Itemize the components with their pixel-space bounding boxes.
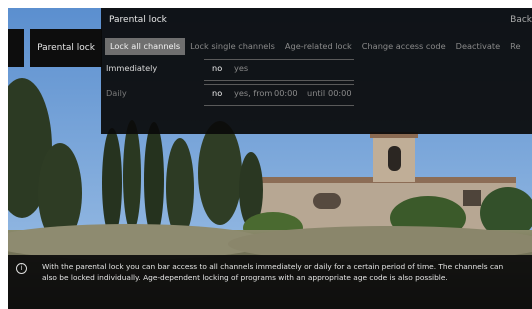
- divider: [204, 84, 354, 85]
- tv-screen: Parental lock Parental lock Back Lock al…: [8, 8, 532, 309]
- daily-yes-from-option[interactable]: yes, from: [234, 88, 272, 98]
- tab-overflow[interactable]: Re: [505, 38, 525, 55]
- tab-bar: Lock all channels Lock single channels A…: [105, 38, 526, 55]
- menu-tab-parental-lock[interactable]: Parental lock: [30, 29, 102, 67]
- daily-from-time[interactable]: 00:00: [274, 88, 298, 98]
- tab-change-access-code[interactable]: Change access code: [357, 38, 451, 55]
- back-button[interactable]: Back: [510, 15, 532, 25]
- immediately-no-option[interactable]: no: [212, 63, 222, 73]
- daily-until-time[interactable]: 00:00: [328, 88, 352, 98]
- tab-deactivate[interactable]: Deactivate: [451, 38, 505, 55]
- daily-until-label: until: [307, 88, 326, 98]
- divider: [204, 105, 354, 106]
- info-text: With the parental lock you can bar acces…: [42, 262, 504, 283]
- divider: [204, 80, 354, 81]
- immediately-yes-option[interactable]: yes: [234, 63, 248, 73]
- menu-stub: [8, 29, 24, 67]
- divider: [204, 59, 354, 60]
- tab-age-related-lock[interactable]: Age-related lock: [280, 38, 357, 55]
- tab-lock-all-channels[interactable]: Lock all channels: [105, 38, 186, 55]
- daily-label: Daily: [106, 88, 127, 98]
- daily-no-option[interactable]: no: [212, 88, 222, 98]
- panel-title: Parental lock: [109, 15, 167, 25]
- info-icon: i: [16, 263, 27, 274]
- info-bar: i With the parental lock you can bar acc…: [8, 255, 532, 309]
- tab-lock-single-channels[interactable]: Lock single channels: [185, 38, 280, 55]
- immediately-label: Immediately: [106, 63, 158, 73]
- parental-lock-panel: Parental lock Back Lock all channels Loc…: [101, 8, 532, 134]
